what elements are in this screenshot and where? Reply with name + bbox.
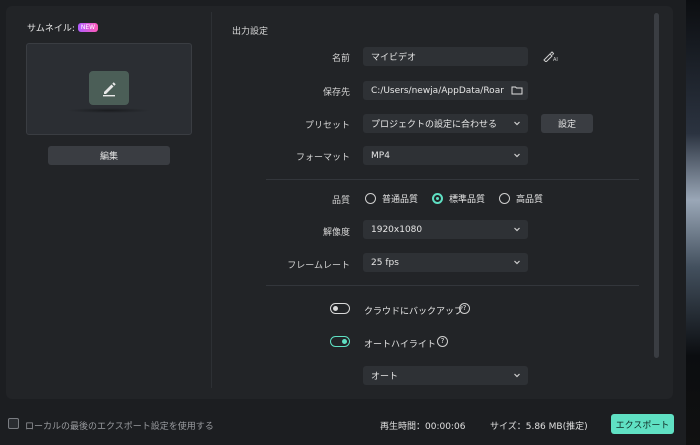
folder-icon[interactable] bbox=[511, 85, 523, 98]
cloud-backup-toggle[interactable] bbox=[330, 303, 350, 314]
quality-option-standard[interactable]: 標準品質 bbox=[432, 192, 485, 205]
svg-text:AI: AI bbox=[553, 57, 558, 62]
radio-icon bbox=[499, 193, 511, 204]
new-badge: NEW bbox=[77, 23, 99, 32]
preset-settings-button[interactable]: 設定 bbox=[541, 114, 593, 133]
chevron-down-icon bbox=[514, 373, 520, 378]
framerate-label: フレームレート bbox=[287, 261, 350, 271]
chevron-down-icon bbox=[514, 153, 520, 158]
scrollbar[interactable] bbox=[654, 13, 659, 358]
quality-option-label: 普通品質 bbox=[382, 195, 419, 205]
help-icon[interactable]: ? bbox=[459, 303, 470, 314]
radio-selected-icon bbox=[432, 193, 444, 204]
name-input[interactable]: マイビデオ bbox=[363, 47, 528, 66]
name-label: 名前 bbox=[331, 54, 350, 64]
save-location-value: C:/Users/newja/AppData/Roar bbox=[371, 85, 504, 96]
quality-option-high[interactable]: 高品質 bbox=[499, 192, 543, 205]
quality-option-normal[interactable]: 普通品質 bbox=[365, 192, 418, 205]
ai-rename-icon[interactable]: AI bbox=[543, 50, 559, 63]
thumbnail-title-text: サムネイル: bbox=[27, 24, 75, 34]
section-divider bbox=[266, 285, 639, 286]
background-photo-edge bbox=[686, 0, 700, 445]
auto-highlight-label: オートハイライト bbox=[364, 340, 436, 350]
chevron-down-icon bbox=[514, 227, 520, 232]
edit-thumbnail-button[interactable]: 編集 bbox=[48, 146, 170, 165]
help-icon[interactable]: ? bbox=[437, 336, 448, 347]
resolution-label: 解像度 bbox=[322, 228, 350, 238]
framerate-select[interactable]: 25 fps bbox=[363, 253, 528, 272]
preset-select[interactable]: プロジェクトの設定に合わせる bbox=[363, 114, 528, 133]
size-info: サイズ：5.86 MB(推定) bbox=[490, 422, 588, 432]
quality-option-label: 高品質 bbox=[516, 195, 544, 205]
format-select[interactable]: MP4 bbox=[363, 146, 528, 165]
section-divider bbox=[266, 179, 639, 180]
radio-icon bbox=[365, 193, 376, 204]
chevron-down-icon bbox=[514, 260, 520, 265]
preset-value: プロジェクトの設定に合わせる bbox=[371, 120, 498, 130]
resolution-select[interactable]: 1920x1080 bbox=[363, 220, 528, 239]
quality-option-label: 標準品質 bbox=[449, 195, 486, 205]
framerate-value: 25 fps bbox=[371, 257, 399, 268]
save-location-label: 保存先 bbox=[322, 88, 350, 98]
auto-highlight-select[interactable]: オート bbox=[363, 366, 528, 385]
export-button[interactable]: エクスポート bbox=[611, 414, 674, 434]
cloud-backup-label: クラウドにバックアップ bbox=[364, 307, 464, 317]
thumbnail-title: サムネイル: NEW bbox=[27, 21, 99, 34]
quality-label: 品質 bbox=[331, 196, 350, 206]
chevron-down-icon bbox=[514, 121, 520, 126]
use-last-settings-label: ローカルの最後のエクスポート設定を使用する bbox=[25, 422, 214, 432]
quality-radio-group: 普通品質 標準品質 高品質 bbox=[365, 192, 553, 205]
format-value: MP4 bbox=[371, 150, 390, 161]
resolution-value: 1920x1080 bbox=[371, 224, 423, 235]
preset-label: プリセット bbox=[304, 121, 350, 131]
save-location-input[interactable]: C:/Users/newja/AppData/Roar bbox=[363, 81, 528, 100]
use-last-settings-checkbox[interactable] bbox=[8, 418, 19, 429]
thumbnail-shadow bbox=[67, 108, 151, 113]
panel-divider bbox=[211, 12, 212, 388]
thumbnail-preview[interactable] bbox=[26, 43, 192, 135]
edit-pencil-icon bbox=[89, 71, 129, 105]
auto-highlight-toggle[interactable] bbox=[330, 336, 350, 347]
auto-highlight-value: オート bbox=[371, 372, 399, 382]
output-settings-title: 出力設定 bbox=[232, 27, 269, 37]
format-label: フォーマット bbox=[295, 153, 350, 163]
duration-info: 再生時間：00:00:06 bbox=[380, 422, 466, 432]
